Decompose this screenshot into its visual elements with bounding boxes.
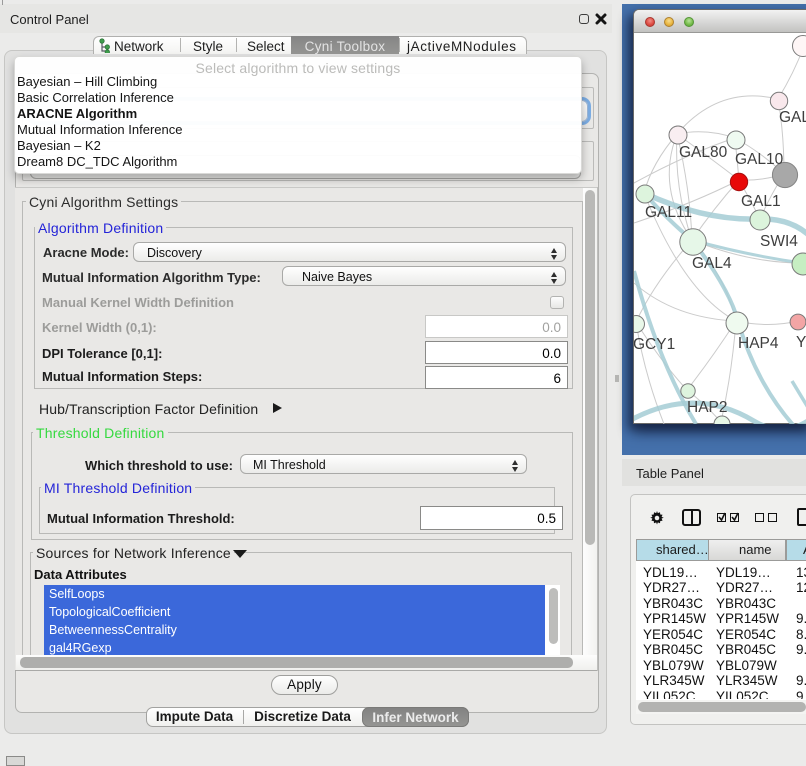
svg-text:GAL2: GAL2 [779,109,806,126]
svg-text:GAL80: GAL80 [679,144,728,161]
svg-text:HAP2: HAP2 [687,399,728,416]
svg-text:GAL10: GAL10 [735,151,784,168]
svg-text:HAP4: HAP4 [738,335,779,352]
svg-text:GAL1: GAL1 [741,193,781,210]
svg-text:GCY1: GCY1 [634,336,675,353]
svg-text:SWI4: SWI4 [760,233,798,250]
svg-text:GAL11: GAL11 [645,204,692,221]
svg-text:Y: Y [796,334,806,351]
svg-text:GAL4: GAL4 [692,255,732,272]
